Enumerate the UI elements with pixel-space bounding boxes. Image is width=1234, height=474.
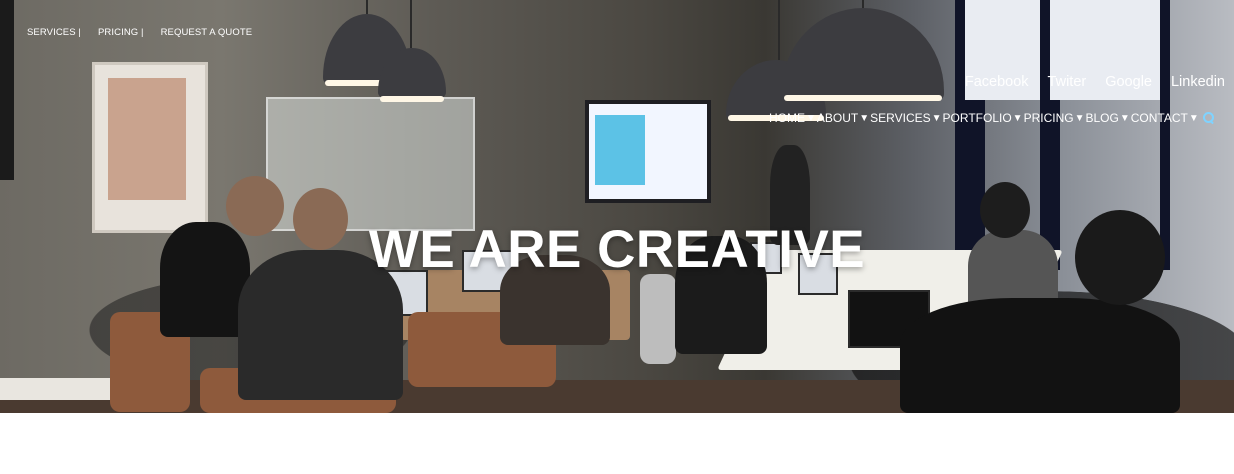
chevron-down-icon: ▼	[931, 112, 942, 124]
chevron-down-icon: ▼	[1074, 112, 1085, 124]
chair	[640, 274, 676, 364]
nav-about[interactable]: ABOUT ▼	[817, 111, 870, 125]
social-linkedin-link[interactable]: Linkedin	[1171, 74, 1225, 90]
top-nav-request-quote[interactable]: REQUEST A QUOTE	[161, 27, 253, 38]
nav-portfolio-label: PORTFOLIO	[942, 111, 1012, 125]
nav-pricing-label: PRICING	[1023, 111, 1074, 125]
hero-title: WE ARE CREATIVE	[368, 219, 866, 279]
wall-shadow	[0, 0, 14, 180]
screen-image	[595, 115, 645, 185]
nav-contact-label: CONTACT	[1130, 111, 1188, 125]
nav-pricing[interactable]: PRICING ▼	[1024, 111, 1086, 125]
nav-about-label: ABOUT	[816, 111, 859, 125]
main-nav: HOME ▼ ABOUT ▼ SERVICES ▼ PORTFOLIO ▼ PRICIN…	[769, 111, 1215, 125]
pendant-lamp	[782, 8, 944, 100]
social-twitter-link[interactable]: Twiter	[1048, 74, 1087, 90]
baseboard	[0, 378, 110, 400]
nav-services-label: SERVICES	[870, 111, 931, 125]
nav-home[interactable]: HOME ▼	[769, 111, 817, 125]
social-google-link[interactable]: Google	[1105, 74, 1152, 90]
social-links: Facebook Twiter Google Linkedin	[946, 74, 1225, 90]
person	[900, 298, 1180, 413]
nav-portfolio[interactable]: PORTFOLIO ▼	[943, 111, 1024, 125]
hero-banner: SERVICES | PRICING | REQUEST A QUOTE Fac…	[0, 0, 1234, 413]
lamp-light	[380, 96, 444, 102]
wall-art	[108, 78, 186, 200]
search-icon[interactable]	[1202, 112, 1215, 125]
top-nav-pricing[interactable]: PRICING |	[98, 27, 144, 38]
nav-home-label: HOME	[769, 111, 805, 125]
lamp-cord	[366, 0, 368, 14]
nav-blog-label: BLOG	[1085, 111, 1119, 125]
top-nav: SERVICES | PRICING | REQUEST A QUOTE	[27, 27, 269, 38]
top-nav-services[interactable]: SERVICES |	[27, 27, 81, 38]
page-content-area	[0, 413, 1234, 474]
chevron-down-icon: ▼	[859, 112, 870, 124]
lamp-light	[784, 95, 942, 101]
chevron-down-icon: ▼	[1188, 112, 1199, 124]
nav-blog[interactable]: BLOG ▼	[1085, 111, 1130, 125]
social-facebook-link[interactable]: Facebook	[965, 74, 1029, 90]
lamp-cord	[862, 0, 864, 8]
nav-services[interactable]: SERVICES ▼	[870, 111, 942, 125]
nav-contact[interactable]: CONTACT ▼	[1131, 111, 1200, 125]
chevron-down-icon: ▼	[806, 112, 816, 124]
chevron-down-icon: ▼	[1012, 112, 1023, 124]
lamp-cord	[410, 0, 412, 48]
chevron-down-icon: ▼	[1119, 112, 1130, 124]
lamp-cord	[778, 0, 780, 60]
